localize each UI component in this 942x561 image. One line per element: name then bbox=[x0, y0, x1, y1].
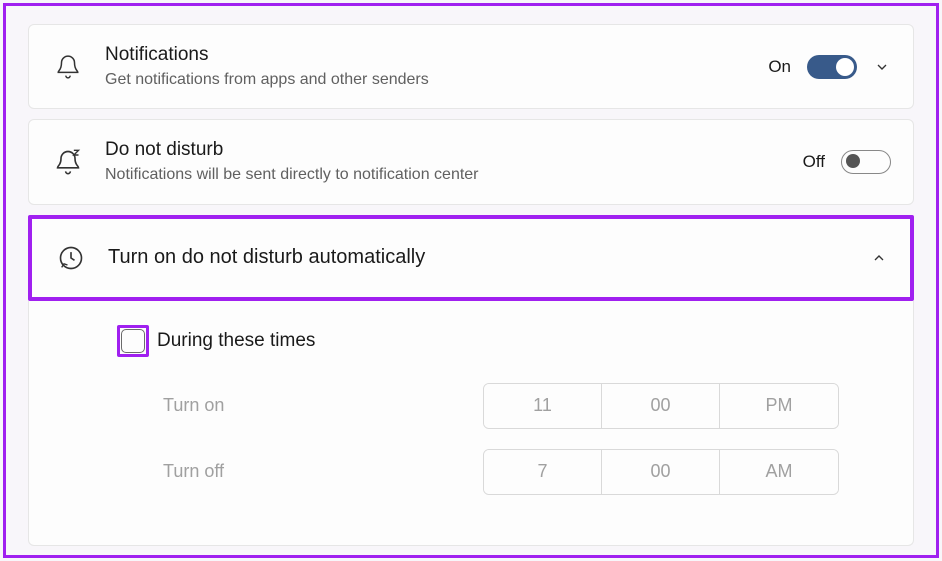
during-times-label: During these times bbox=[157, 330, 315, 352]
turn-off-minute[interactable]: 00 bbox=[602, 450, 720, 494]
dnd-subtitle: Notifications will be sent directly to n… bbox=[105, 165, 803, 186]
bell-snooze-icon bbox=[51, 145, 85, 179]
dnd-title: Do not disturb bbox=[105, 138, 803, 163]
turn-on-ampm[interactable]: PM bbox=[720, 384, 838, 428]
during-times-row[interactable]: During these times bbox=[117, 325, 891, 357]
turn-on-label: Turn on bbox=[163, 395, 483, 416]
turn-off-label: Turn off bbox=[163, 461, 483, 482]
turn-off-ampm[interactable]: AM bbox=[720, 450, 838, 494]
turn-off-hour[interactable]: 7 bbox=[484, 450, 602, 494]
during-times-checkbox[interactable] bbox=[121, 329, 145, 353]
dnd-toggle[interactable] bbox=[841, 150, 891, 174]
turn-on-time-picker[interactable]: 11 00 PM bbox=[483, 383, 839, 429]
turn-off-row: Turn off 7 00 AM bbox=[163, 449, 891, 495]
chevron-up-icon[interactable] bbox=[870, 249, 888, 267]
notifications-text: Notifications Get notifications from app… bbox=[105, 43, 768, 90]
turn-on-row: Turn on 11 00 PM bbox=[163, 383, 891, 429]
notifications-toggle[interactable] bbox=[807, 55, 857, 79]
notifications-subtitle: Get notifications from apps and other se… bbox=[105, 70, 768, 91]
turn-on-hour[interactable]: 11 bbox=[484, 384, 602, 428]
notifications-state-label: On bbox=[768, 57, 791, 77]
auto-dnd-header[interactable]: Turn on do not disturb automatically bbox=[28, 215, 914, 301]
turn-on-minute[interactable]: 00 bbox=[602, 384, 720, 428]
clock-reset-icon bbox=[54, 241, 88, 275]
dnd-row[interactable]: Do not disturb Notifications will be sen… bbox=[28, 119, 914, 204]
notifications-row[interactable]: Notifications Get notifications from app… bbox=[28, 24, 914, 109]
dnd-state-label: Off bbox=[803, 152, 825, 172]
turn-off-time-picker[interactable]: 7 00 AM bbox=[483, 449, 839, 495]
chevron-down-icon[interactable] bbox=[873, 58, 891, 76]
auto-dnd-panel: During these times Turn on 11 00 PM Turn… bbox=[28, 301, 914, 546]
bell-icon bbox=[51, 50, 85, 84]
auto-dnd-title: Turn on do not disturb automatically bbox=[108, 246, 870, 269]
notifications-title: Notifications bbox=[105, 43, 768, 68]
checkbox-highlight bbox=[117, 325, 149, 357]
dnd-text: Do not disturb Notifications will be sen… bbox=[105, 138, 803, 185]
